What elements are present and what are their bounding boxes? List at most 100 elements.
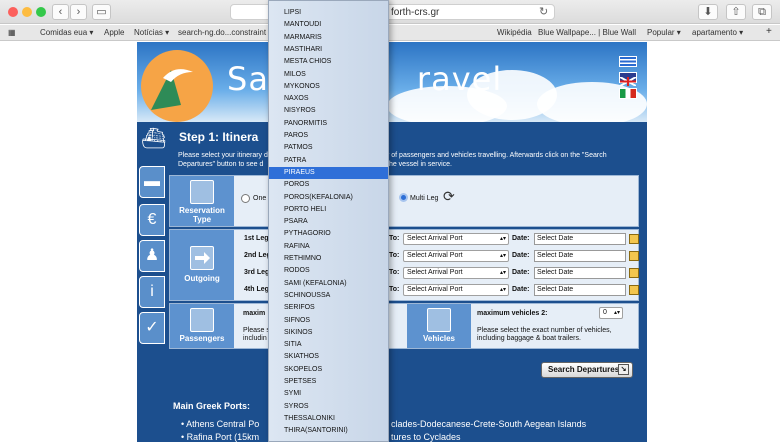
sidebar-icon[interactable]: ▭: [92, 4, 111, 20]
bookmark-apple[interactable]: Apple: [104, 28, 124, 37]
leg-2-date-label: Date:: [512, 252, 530, 259]
bookmark-blue-wallpaper[interactable]: Blue Wallpape... | Blue Wall: [538, 28, 636, 37]
dropdown-option[interactable]: MESTA CHIOS: [269, 56, 388, 68]
leg-3-label: 3rd Leg: [244, 269, 270, 276]
dropdown-option[interactable]: POROS: [269, 179, 388, 191]
dropdown-option[interactable]: MARMARIS: [269, 32, 388, 44]
multi-leg-radio[interactable]: [399, 193, 408, 202]
intro-text-1a: Please select your itinerary d: [178, 152, 268, 159]
port-rafina: • Rafina Port (15km: [181, 432, 260, 442]
search-departures-button[interactable]: Search Departures ↘: [541, 362, 633, 378]
bookmark-search-ng[interactable]: search-ng.do...constraint: [178, 28, 266, 37]
passengers-header: Passengers: [170, 304, 234, 348]
vehicles-count-select[interactable]: 0 ▴▾: [599, 307, 623, 319]
leg-2-date-input[interactable]: Select Date: [534, 250, 626, 262]
grid-icon[interactable]: ▦: [8, 28, 16, 37]
dropdown-option[interactable]: SIKINOS: [269, 327, 388, 339]
leg-4-to-label: To:: [389, 286, 400, 293]
calendar-icon[interactable]: [629, 234, 639, 244]
dropdown-option[interactable]: RODOS: [269, 265, 388, 277]
leg-3-arrival-select[interactable]: Select Arrival Port ▴▾: [403, 267, 509, 279]
leg-2-arrival-select[interactable]: Select Arrival Port ▴▾: [403, 250, 509, 262]
reload-icon[interactable]: ↻: [539, 5, 548, 19]
dropdown-option[interactable]: SAMI (KEFALONIA): [269, 278, 388, 290]
dropdown-option[interactable]: LIPSI: [269, 7, 388, 19]
uk-flag-icon[interactable]: [619, 72, 637, 87]
multi-leg-label: Multi Leg: [410, 195, 439, 202]
dropdown-option-cut[interactable]: ·: [269, 1, 388, 7]
dropdown-option[interactable]: SITIA: [269, 339, 388, 351]
dropdown-option[interactable]: SIFNOS: [269, 315, 388, 327]
dropdown-option[interactable]: PATRA: [269, 155, 388, 167]
bookmark-popular[interactable]: Popular ▾: [647, 28, 681, 37]
italian-flag-icon[interactable]: [619, 88, 637, 99]
dropdown-option[interactable]: POROS(KEFALONIA): [269, 192, 388, 204]
calendar-icon[interactable]: [629, 285, 639, 295]
dropdown-option[interactable]: SCHINOUSSA: [269, 290, 388, 302]
leg-1-date-label: Date:: [512, 235, 530, 242]
add-bookmark-icon[interactable]: +: [766, 26, 772, 37]
leg-3-date-input[interactable]: Select Date: [534, 267, 626, 279]
port-rafina-desc: tures to Cyclades: [391, 432, 461, 442]
share-icon[interactable]: ⇧: [726, 4, 746, 20]
dropdown-option[interactable]: MANTOUDI: [269, 19, 388, 31]
dropdown-option[interactable]: PANORMITIS: [269, 118, 388, 130]
dropdown-option[interactable]: SPETSES: [269, 376, 388, 388]
minimize-window-button[interactable]: [22, 7, 32, 17]
outgoing-header: Outgoing: [170, 230, 234, 300]
dropdown-option[interactable]: SKOPELOS: [269, 364, 388, 376]
dropdown-option[interactable]: PSARA: [269, 216, 388, 228]
max-vehicles-label: maximum vehicles 2:: [477, 310, 548, 317]
leg-4-date-label: Date:: [512, 286, 530, 293]
bookmark-noticias[interactable]: Notícias ▾: [134, 28, 169, 37]
bookmark-apartamento[interactable]: apartamento ▾: [692, 28, 743, 37]
vehicles-note-2: including baggage & boat trailers.: [477, 335, 581, 342]
zoom-window-button[interactable]: [36, 7, 46, 17]
dropdown-option[interactable]: PORTO HELI: [269, 204, 388, 216]
dropdown-option[interactable]: SYROS: [269, 401, 388, 413]
bookmark-wikipedia[interactable]: Wikipédia: [497, 28, 532, 37]
leg-1-date-input[interactable]: Select Date: [534, 233, 626, 245]
calendar-icon[interactable]: [629, 268, 639, 278]
passengers-note-1: Please s: [243, 327, 270, 334]
bookmark-comidas[interactable]: Comidas eua ▾: [40, 28, 93, 37]
euro-icon[interactable]: €: [139, 204, 165, 236]
bed-icon[interactable]: ▬: [139, 166, 165, 198]
dropdown-option[interactable]: PATMOS: [269, 142, 388, 154]
leg-2-to-label: To:: [389, 252, 400, 259]
dropdown-option[interactable]: RETHIMNO: [269, 253, 388, 265]
tabs-icon[interactable]: ⧉: [752, 4, 772, 20]
leg-1-arrival-select[interactable]: Select Arrival Port ▴▾: [403, 233, 509, 245]
dropdown-option[interactable]: PYTHAGORIO: [269, 228, 388, 240]
intro-text-2b: the vessel in service.: [387, 161, 452, 168]
back-button[interactable]: ‹: [52, 4, 69, 20]
dropdown-option[interactable]: PIRAEUS: [269, 166, 388, 179]
dropdown-option[interactable]: SYMI: [269, 388, 388, 400]
dropdown-option[interactable]: THESSALONIKI: [269, 413, 388, 425]
downloads-icon[interactable]: ⬇: [698, 4, 718, 20]
greek-flag-icon[interactable]: [619, 56, 637, 67]
dropdown-option[interactable]: MASTIHARI: [269, 44, 388, 56]
dropdown-option[interactable]: MILOS: [269, 69, 388, 81]
dropdown-option[interactable]: SERIFOS: [269, 302, 388, 314]
dropdown-option[interactable]: MYKONOS: [269, 81, 388, 93]
leg-4-arrival-select[interactable]: Select Arrival Port ▴▾: [403, 284, 509, 296]
dropdown-option[interactable]: RAFINA: [269, 241, 388, 253]
dropdown-option[interactable]: SKIATHOS: [269, 351, 388, 363]
people-icon[interactable]: ♟: [139, 240, 165, 272]
dropdown-option[interactable]: PAROS: [269, 130, 388, 142]
calendar-icon[interactable]: [629, 251, 639, 261]
info-icon[interactable]: i: [139, 276, 165, 308]
ship-icon: ⛴: [141, 128, 167, 150]
forward-button[interactable]: ›: [70, 4, 87, 20]
port-athens: • Athens Central Po: [181, 419, 260, 429]
dropdown-option[interactable]: NISYROS: [269, 105, 388, 117]
leg-4-date-input[interactable]: Select Date: [534, 284, 626, 296]
dropdown-option[interactable]: NAXOS: [269, 93, 388, 105]
departure-port-dropdown[interactable]: · LIPSI MANTOUDI MARMARIS MASTIHARI MESTA CH…: [268, 0, 389, 442]
dropdown-option[interactable]: THIRA(SANTORINI): [269, 425, 388, 437]
leg-3-to-label: To:: [389, 269, 400, 276]
one-way-radio[interactable]: [241, 194, 250, 203]
check-icon[interactable]: ✓: [139, 312, 165, 344]
close-window-button[interactable]: [8, 7, 18, 17]
